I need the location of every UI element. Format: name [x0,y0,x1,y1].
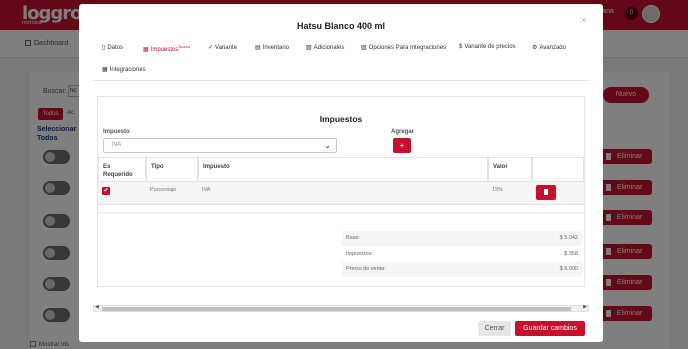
table-cell: Porcentaje [146,182,198,205]
copy-icon: ▧ [306,45,312,51]
tab-integraciones[interactable]: ▦ Integraciones [102,66,146,73]
trash-icon [544,189,548,195]
delete-tax-button[interactable] [536,185,556,200]
modal-title: Hatsu Blanco 400 ml [296,21,386,31]
total-row-base: Base: $ 5.042 [342,231,582,246]
add-tax-button[interactable]: + [393,138,411,153]
tab-avanzado[interactable]: ⚙ Avanzado [532,44,566,51]
horizontal-scrollbar[interactable]: ◀ ▶ [93,304,589,312]
add-label: Agregar [391,129,415,135]
scrollbar-thumb[interactable] [102,307,571,311]
tab-inventario[interactable]: ▤ Inventario [255,44,289,51]
tab-variante[interactable]: ✓ Variante [208,44,237,51]
column-header: Valor [488,157,532,182]
tab-impuestos[interactable]: ▦ ImpuestosNuevo [143,44,190,53]
copy-icon: ▧ [361,45,367,51]
chevron-down-icon: ⌄ [324,141,331,150]
divider [97,212,585,213]
check-icon: ✓ [208,45,214,51]
modal-tabs: ▯ Datos ▦ ImpuestosNuevo ✓ Variante ▤ Invent… [93,38,589,81]
close-button[interactable]: Cerrar [478,321,511,336]
dollar-icon: $ [459,44,463,50]
taxes-panel: Impuestos Impuesto IVA ⌄ Agregar + Es Req… [97,96,585,287]
scroll-left-icon[interactable]: ◀ [95,304,99,310]
scroll-right-icon[interactable]: ▶ [583,304,587,310]
tax-select-value: IVA [112,142,122,148]
table-cell: 19% [488,182,532,205]
required-checkbox[interactable]: ✔ [102,187,110,195]
list-icon: ▤ [255,45,261,51]
grid-icon: ▦ [102,67,108,73]
column-header: Tipo [146,157,198,182]
tab-opciones-integraciones[interactable]: ▧ Opciones Para Integraciones [361,44,446,51]
column-header [532,157,584,182]
receipt-icon: ▦ [143,47,149,53]
column-header: Impuesto [198,157,488,182]
tax-select-label: Impuesto [103,129,130,135]
tab-adicionales[interactable]: ▧ Adicionales [306,44,344,51]
file-icon: ▯ [102,45,106,51]
new-badge: Nuevo [178,44,190,49]
table-cell: ✔ [98,182,146,205]
tab-variante-precios[interactable]: $ Variante de precios [459,44,516,50]
table-cell [532,182,584,205]
tab-datos[interactable]: ▯ Datos [102,44,123,51]
save-button[interactable]: Guardar cambios [515,321,585,336]
section-title: Impuestos [319,114,363,124]
gear-icon: ⚙ [532,45,538,51]
taxes-table: Es Requerido Tipo Impuesto Valor ✔ Porce… [98,157,584,206]
total-row-taxes: Impuestos: $ 958 [346,251,578,257]
table-cell: IVA [198,182,488,205]
total-row-price: Precio de venta: $ 6.000 [342,262,582,277]
close-icon[interactable]: × [581,15,586,25]
tax-select[interactable]: IVA ⌄ [103,138,337,153]
column-header: Es Requerido [98,157,146,182]
product-modal: Hatsu Blanco 400 ml × ▯ Datos ▦ ImpuestosN… [79,4,603,342]
